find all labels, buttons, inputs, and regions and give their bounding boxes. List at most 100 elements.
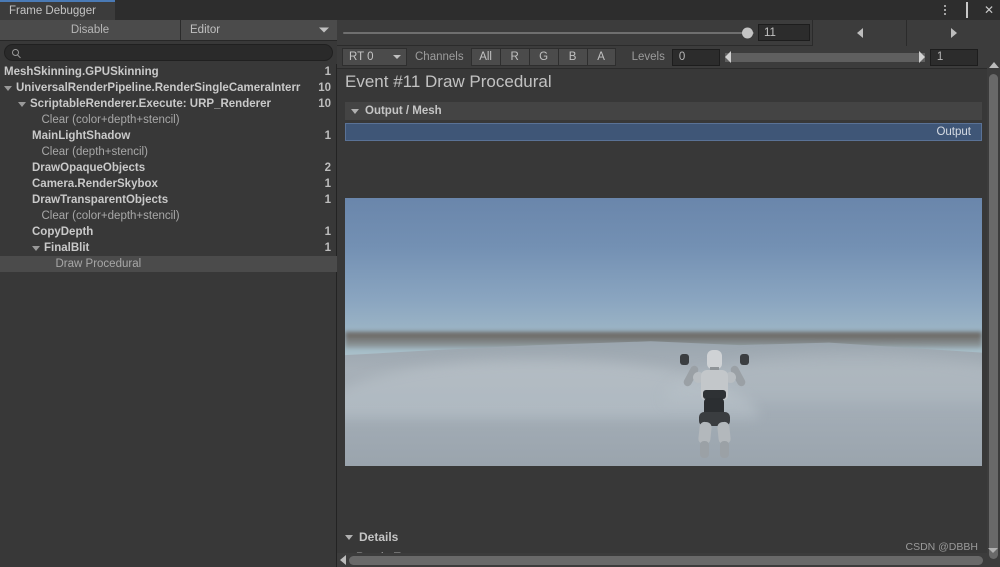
vertical-scroll-thumb[interactable] bbox=[989, 74, 998, 559]
event-slider-track bbox=[343, 31, 754, 34]
tree-row[interactable]: Draw Procedural bbox=[0, 256, 337, 272]
tree-row-count: 1 bbox=[324, 242, 331, 254]
event-slider-bar: 11 bbox=[337, 19, 1000, 46]
details-foldout[interactable]: Details bbox=[345, 530, 398, 544]
event-slider[interactable] bbox=[337, 20, 758, 46]
tree-row-label: DrawOpaqueObjects bbox=[32, 162, 146, 174]
tree-row-count: 2 bbox=[324, 162, 331, 174]
channel-button[interactable]: G bbox=[528, 48, 558, 66]
tree-row[interactable]: DrawOpaqueObjects 2 bbox=[0, 160, 337, 176]
event-tree[interactable]: MeshSkinning.GPUSkinning 1 UniversalRender… bbox=[0, 64, 337, 567]
triangle-down-icon[interactable] bbox=[32, 245, 40, 251]
output-tab-label: Output bbox=[936, 126, 971, 138]
tree-row-count: 1 bbox=[324, 66, 331, 78]
tree-row-count: 1 bbox=[324, 130, 331, 142]
tree-row[interactable]: MainLightShadow 1 bbox=[0, 128, 337, 144]
channel-button[interactable]: R bbox=[499, 48, 529, 66]
tree-row-label: DrawTransparentObjects bbox=[32, 194, 169, 206]
levels-min-field[interactable]: 0 bbox=[671, 48, 720, 66]
search-box[interactable] bbox=[4, 44, 333, 61]
close-icon[interactable]: ✕ bbox=[982, 4, 996, 16]
tree-row[interactable]: DrawTransparentObjects 1 bbox=[0, 192, 337, 208]
next-event-button[interactable] bbox=[906, 19, 1000, 46]
tree-row-label: FinalBlit bbox=[44, 242, 90, 254]
tree-row-count: 1 bbox=[324, 226, 331, 238]
tree-row-label: MainLightShadow bbox=[32, 130, 131, 142]
details-label: Details bbox=[359, 530, 399, 544]
target-dropdown-label: Editor bbox=[190, 24, 221, 36]
disable-button-label: Disable bbox=[70, 24, 110, 36]
tree-row[interactable]: CopyDepth 1 bbox=[0, 224, 337, 240]
kebab-menu-icon[interactable] bbox=[938, 5, 952, 15]
tree-row[interactable]: MeshSkinning.GPUSkinning 1 bbox=[0, 64, 337, 80]
levels-range-slider[interactable] bbox=[724, 51, 925, 64]
tab-label: Frame Debugger bbox=[9, 5, 96, 17]
output-mesh-label: Output / Mesh bbox=[365, 105, 442, 117]
tree-row-count: 10 bbox=[318, 82, 331, 94]
tree-row-label: UniversalRenderPipeline.RenderSingleCame… bbox=[16, 82, 301, 94]
channels-label: Channels bbox=[415, 51, 464, 63]
watermark: CSDN @DBBH bbox=[905, 541, 978, 553]
levels-slider-track bbox=[724, 52, 925, 62]
output-mesh-foldout[interactable]: Output / Mesh bbox=[345, 102, 982, 120]
tree-row-label: Camera.RenderSkybox bbox=[32, 178, 158, 190]
tree-row[interactable]: ScriptableRenderer.Execute: URP_Renderer… bbox=[0, 96, 337, 112]
search-bar bbox=[0, 41, 337, 64]
channel-buttons: All R G B A bbox=[470, 48, 616, 66]
target-dropdown[interactable]: Editor bbox=[181, 20, 337, 40]
tab-frame-debugger[interactable]: Frame Debugger bbox=[0, 0, 115, 20]
prev-event-button[interactable] bbox=[812, 19, 906, 46]
render-preview[interactable] bbox=[345, 198, 982, 466]
triangle-down-icon[interactable] bbox=[18, 101, 26, 107]
channel-button[interactable]: A bbox=[586, 48, 616, 66]
event-slider-handle[interactable] bbox=[742, 27, 753, 38]
scroll-up-icon[interactable] bbox=[988, 62, 999, 68]
tree-row-label: CopyDepth bbox=[32, 226, 94, 238]
tree-row-label: MeshSkinning.GPUSkinning bbox=[4, 66, 159, 78]
triangle-down-icon[interactable] bbox=[4, 85, 12, 91]
tree-row-count: 1 bbox=[324, 194, 331, 206]
event-title: Event #11 Draw Procedural bbox=[345, 72, 552, 91]
tree-row[interactable]: FinalBlit 1 bbox=[0, 240, 337, 256]
window-controls: ✕ bbox=[938, 0, 996, 20]
tree-row-label: Draw Procedural bbox=[55, 258, 142, 270]
triangle-down-icon bbox=[345, 534, 353, 540]
render-target-dropdown[interactable]: RT 0 bbox=[342, 48, 407, 66]
triangle-left-icon bbox=[856, 27, 863, 38]
chevron-down-icon bbox=[393, 55, 401, 59]
levels-max-field[interactable]: 1 bbox=[929, 48, 978, 66]
channels-toolbar: RT 0 Channels All R G B A Levels 0 1 bbox=[337, 46, 1000, 69]
vertical-scrollbar[interactable] bbox=[987, 60, 1000, 567]
levels-handle-min[interactable] bbox=[724, 51, 731, 63]
chevron-down-icon bbox=[319, 27, 329, 33]
levels-max-value: 1 bbox=[936, 51, 944, 63]
levels-label: Levels bbox=[631, 51, 665, 63]
tree-row-count: 10 bbox=[318, 98, 331, 110]
tree-row[interactable]: Camera.RenderSkybox 1 bbox=[0, 176, 337, 192]
disable-button[interactable]: Disable bbox=[0, 20, 181, 40]
channel-button[interactable]: All bbox=[470, 48, 500, 66]
chevron-down-icon[interactable] bbox=[988, 548, 998, 553]
tree-row[interactable]: Clear (color+depth+stencil) bbox=[0, 208, 337, 224]
maximize-icon[interactable] bbox=[960, 2, 974, 18]
frame-debugger-window: Frame Debugger ✕ Disable Editor MeshSkin… bbox=[0, 0, 1000, 567]
tree-row[interactable]: Clear (color+depth+stencil) bbox=[0, 112, 337, 128]
levels-handle-max[interactable] bbox=[918, 51, 925, 63]
event-index-field[interactable]: 11 bbox=[758, 24, 810, 41]
output-tab[interactable]: Output bbox=[345, 123, 982, 141]
tree-row-label: Clear (depth+stencil) bbox=[41, 146, 148, 158]
levels-min-value: 0 bbox=[678, 51, 686, 63]
horizontal-scroll-thumb[interactable] bbox=[349, 555, 983, 565]
tree-row-label: ScriptableRenderer.Execute: URP_Renderer bbox=[30, 98, 271, 110]
channel-button[interactable]: B bbox=[557, 48, 587, 66]
tree-row[interactable]: Clear (depth+stencil) bbox=[0, 144, 337, 160]
tree-row-label: Clear (color+depth+stencil) bbox=[41, 210, 180, 222]
tree-row[interactable]: UniversalRenderPipeline.RenderSingleCame… bbox=[0, 80, 337, 96]
search-input[interactable] bbox=[23, 46, 311, 59]
scroll-left-icon[interactable] bbox=[340, 555, 346, 565]
horizontal-scrollbar[interactable] bbox=[337, 553, 987, 567]
